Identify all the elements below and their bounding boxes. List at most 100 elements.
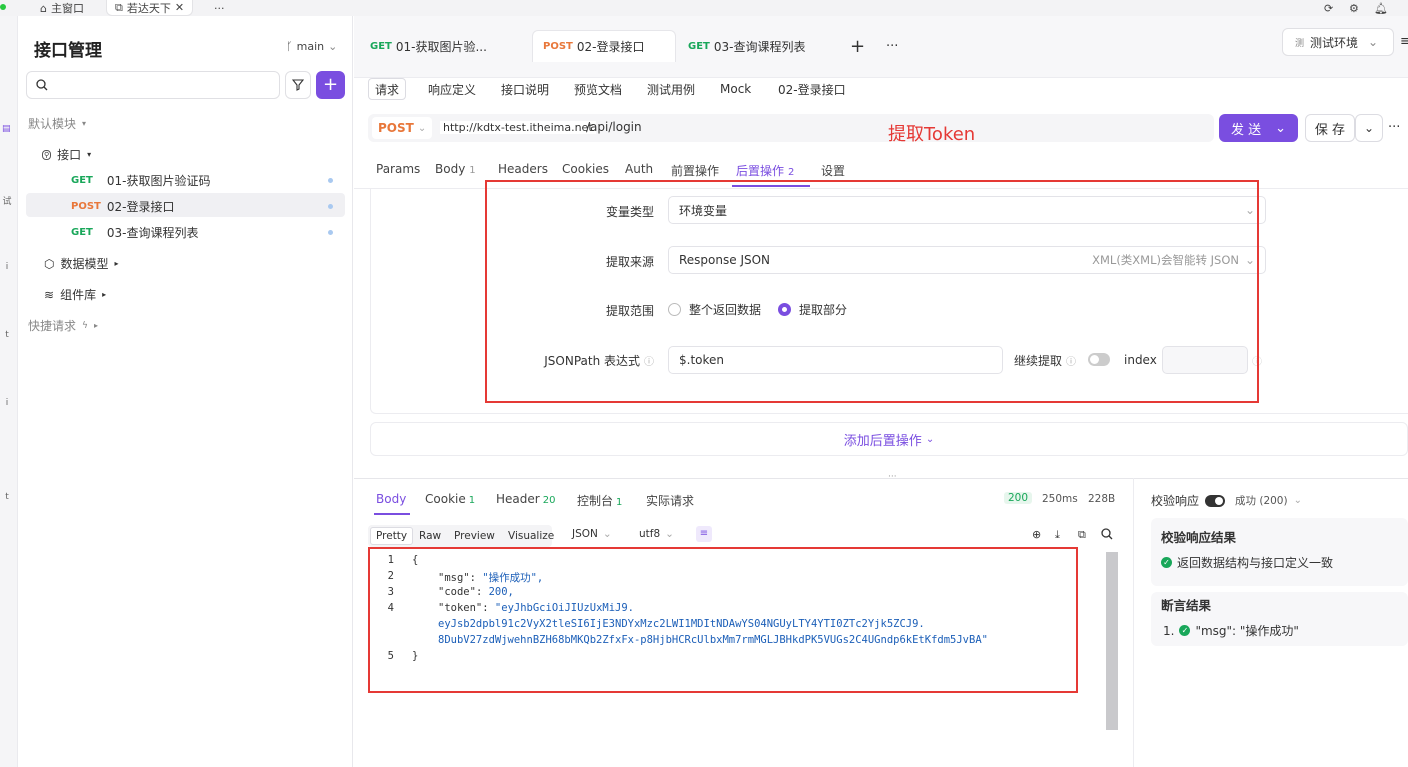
tab-label: Body	[376, 492, 407, 506]
validation-toggle[interactable]	[1205, 494, 1226, 507]
layers-icon: ≋	[44, 287, 55, 302]
subtab-preview-doc[interactable]: 预览文档	[568, 78, 628, 100]
tab-auth[interactable]: Auth	[625, 162, 653, 176]
tab-post-ops[interactable]: 后置操作 2	[736, 162, 794, 179]
subtab-api-doc[interactable]: 接口说明	[495, 78, 555, 100]
subtab-response-def[interactable]: 响应定义	[422, 78, 482, 100]
more-icon[interactable]: ···	[1388, 120, 1400, 135]
add-post-op-button[interactable]: 添加后置操作 ⌄	[370, 422, 1408, 456]
api-rail-icon[interactable]: ▤	[2, 124, 12, 134]
tab-pre-ops[interactable]: 前置操作	[671, 162, 719, 179]
chevron-down-icon: ⌄	[1363, 121, 1375, 135]
wrap-icon[interactable]: ≡	[696, 526, 712, 542]
sidebar-item-data-model[interactable]: ⬡ 数据模型 ▸	[44, 255, 119, 272]
search-input[interactable]	[26, 71, 280, 99]
cube-icon: ⬡	[44, 256, 55, 271]
send-button[interactable]: 发 送 ⌄	[1219, 114, 1298, 142]
resp-tab-console[interactable]: 控制台 1	[577, 492, 622, 509]
save-dropdown[interactable]: ⌄	[1355, 114, 1383, 142]
tab-label: Headers	[498, 162, 548, 176]
bell-icon[interactable]: 🔔︎	[1374, 0, 1388, 16]
chevron-down-icon: ⌄	[602, 528, 612, 540]
drag-handle-icon[interactable]: ···	[888, 472, 897, 482]
sidebar-item-api-active[interactable]: POST 02-登录接口	[71, 198, 174, 215]
chevron-down-icon: ⌄	[665, 528, 674, 540]
menu-icon[interactable]: ≡	[1400, 34, 1408, 49]
filter-icon	[292, 79, 304, 91]
caret-icon: ▸	[93, 321, 98, 330]
close-icon[interactable]: ✕	[175, 1, 184, 14]
tab-api-active[interactable]: POST 02-登录接口	[532, 30, 676, 62]
resp-tab-actual-request[interactable]: 实际请求	[646, 492, 694, 509]
sidebar-item-quick-request[interactable]: 快捷请求 ϟ ▸	[28, 317, 98, 334]
sidebar: 接口管理 ᚴ main ⌄ + 默认模块 ▾ ⚲ 接口 ▾ GET 01-获取图…	[18, 16, 353, 767]
subtab-mock[interactable]: Mock	[714, 78, 757, 100]
gear-icon[interactable]: ⚙	[1349, 0, 1359, 16]
tab-params[interactable]: Params	[376, 162, 420, 176]
tab-label: Params	[376, 162, 421, 176]
api-folder[interactable]: ⚲ 接口 ▾	[42, 146, 91, 163]
tab-api[interactable]: GET 03-查询课程列表	[688, 30, 805, 62]
env-selector[interactable]: 测 测试环境 ⌄	[1282, 28, 1394, 56]
tab-label: 设置	[821, 164, 846, 178]
validation-status[interactable]: 成功 (200)	[1235, 493, 1288, 508]
format-pretty[interactable]: Pretty	[370, 527, 414, 545]
sidebar-item-component-lib[interactable]: ≋ 组件库 ▸	[44, 286, 106, 303]
filter-button[interactable]	[285, 71, 311, 99]
branch-selector[interactable]: ᚴ main ⌄	[286, 40, 337, 53]
search-icon	[36, 79, 48, 91]
more-tabs-button[interactable]: ···	[214, 0, 225, 16]
rail-label[interactable]: t	[0, 330, 14, 340]
method-selector[interactable]: POST ⌄	[372, 117, 432, 139]
path-input[interactable]: /api/login	[586, 120, 642, 134]
add-button[interactable]: +	[316, 71, 345, 99]
tab-body[interactable]: Body 1	[435, 162, 476, 176]
tab-api[interactable]: GET 01-获取图片验...	[370, 30, 487, 62]
method-badge: GET	[71, 175, 93, 186]
tab-more-button[interactable]: ···	[886, 30, 898, 62]
splitter[interactable]	[354, 478, 1408, 479]
home-tab[interactable]: ⌂ 主窗口	[40, 0, 84, 16]
resp-tab-body[interactable]: Body	[376, 492, 406, 506]
caret-icon: ▸	[114, 259, 119, 268]
resp-tab-cookie[interactable]: Cookie 1	[425, 492, 475, 506]
sidebar-item-api[interactable]: GET 01-获取图片验证码	[71, 172, 210, 189]
project-tab[interactable]: ⧉ 若达天下 ✕	[106, 0, 194, 16]
base-url[interactable]: http://kdtx-test.itheima.net	[440, 121, 596, 134]
project-icon: ⧉	[115, 0, 123, 14]
save-button[interactable]: 保 存	[1305, 114, 1355, 142]
sync-icon[interactable]: ⟳	[1324, 0, 1333, 16]
rail-label[interactable]: 试	[0, 194, 14, 207]
assert-text: "msg": "操作成功"	[1195, 624, 1299, 638]
copy-icon[interactable]: ⧉	[1078, 528, 1086, 542]
tab-settings[interactable]: 设置	[821, 162, 845, 179]
window-dot[interactable]	[0, 4, 6, 10]
result-text: 返回数据结构与接口定义一致	[1177, 556, 1334, 570]
status-dot	[328, 178, 333, 183]
rail-label[interactable]: i	[0, 398, 14, 408]
subtab-test-case[interactable]: 测试用例	[641, 78, 701, 100]
scrollbar[interactable]	[1106, 552, 1118, 730]
tab-cookies[interactable]: Cookies	[562, 162, 609, 176]
rail-label[interactable]: t	[0, 492, 14, 502]
subtab-title: 02-登录接口	[778, 82, 846, 97]
subtab-request[interactable]: 请求	[368, 78, 407, 100]
tab-headers[interactable]: Headers	[498, 162, 548, 176]
download-icon[interactable]: ⤓	[1055, 528, 1060, 542]
tab-label: Body	[435, 162, 466, 176]
tab-count: 20	[542, 495, 556, 506]
tab-label: Cookies	[562, 162, 609, 176]
encoding-select[interactable]: utf8 ⌄	[639, 528, 674, 540]
upload-icon[interactable]: ⊕	[1032, 528, 1041, 541]
format-raw[interactable]: Raw	[414, 527, 446, 545]
format-visualize[interactable]: Visualize	[503, 527, 559, 545]
format-preview[interactable]: Preview	[449, 527, 500, 545]
active-tab-indicator	[374, 513, 410, 515]
sidebar-item-api[interactable]: GET 03-查询课程列表	[71, 224, 198, 241]
resp-tab-header[interactable]: Header 20	[496, 492, 555, 506]
default-module[interactable]: 默认模块 ▾	[28, 115, 86, 132]
search-icon[interactable]	[1101, 528, 1113, 540]
rail-label[interactable]: i	[0, 262, 14, 272]
new-tab-button[interactable]: +	[850, 30, 865, 62]
lang-select[interactable]: JSON ⌄	[572, 528, 612, 540]
